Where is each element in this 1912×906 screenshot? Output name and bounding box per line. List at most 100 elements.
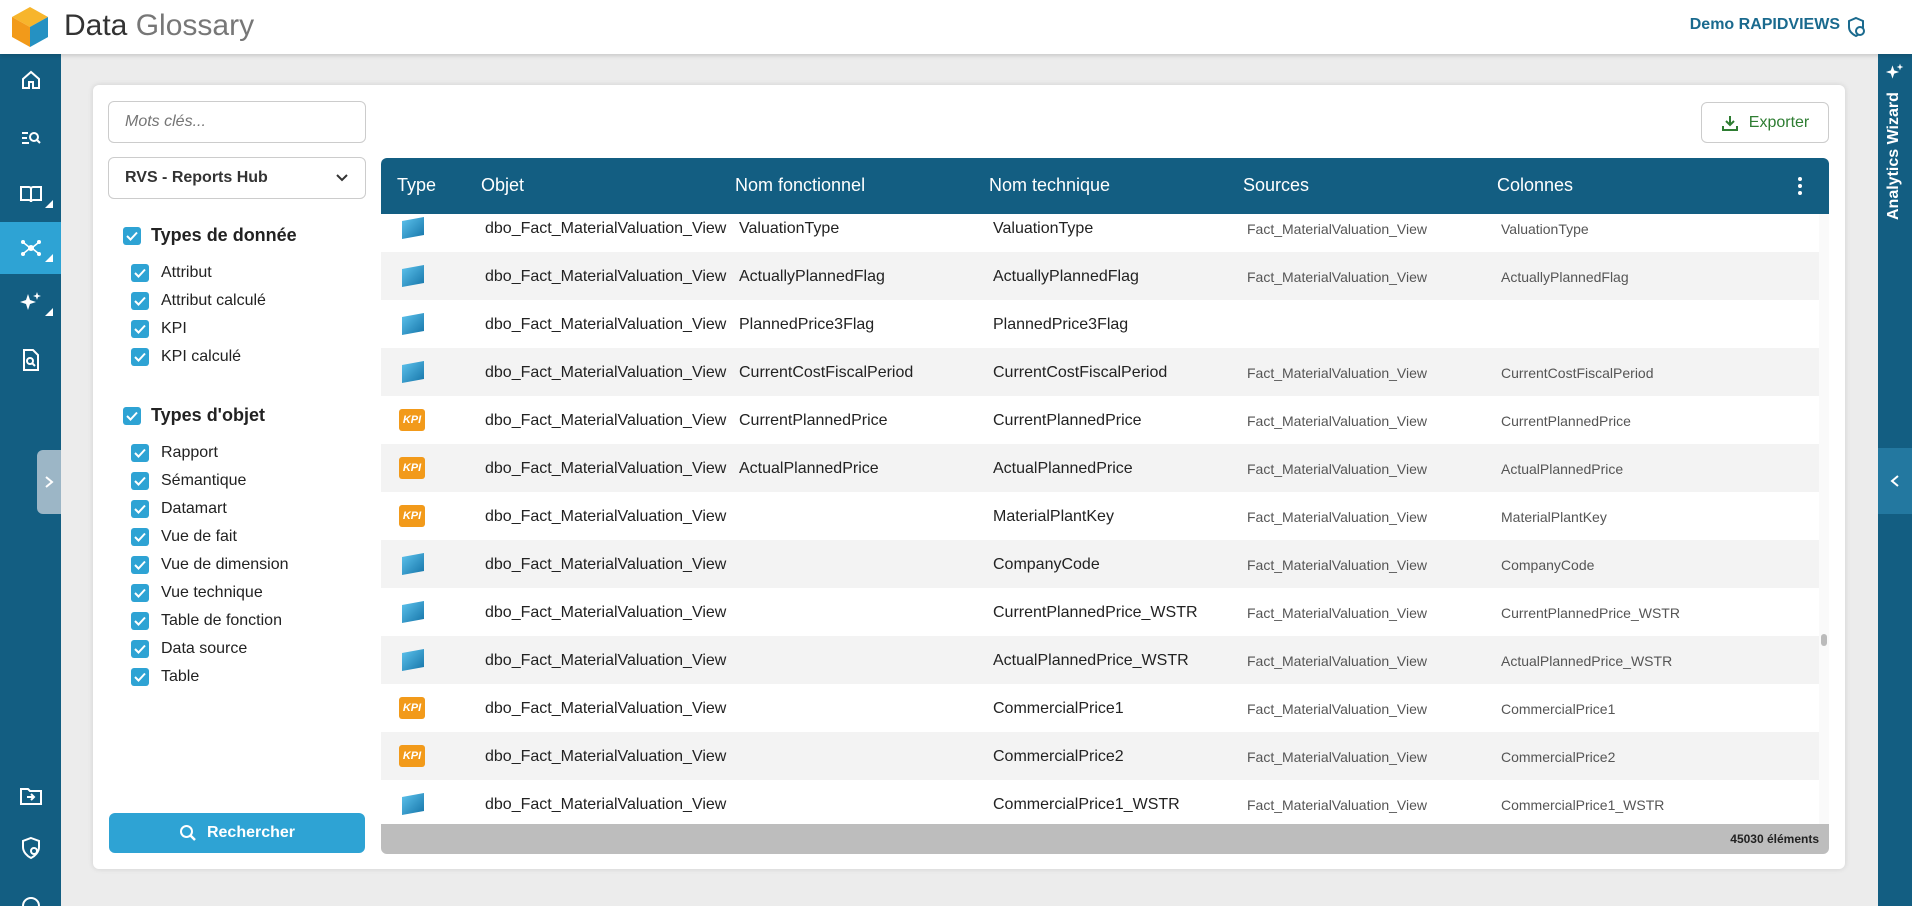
scrollbar-thumb[interactable]	[1821, 634, 1827, 646]
checkbox-checked-icon[interactable]	[131, 584, 149, 602]
filter-data-source[interactable]: Data source	[131, 640, 247, 658]
nav-glossary[interactable]	[0, 168, 61, 220]
cell-sources: Fact_MaterialValuation_View	[1247, 365, 1428, 381]
cell-sources: Fact_MaterialValuation_View	[1247, 749, 1428, 765]
table-row[interactable]: dbo_Fact_MaterialValuation_View Valuation…	[381, 214, 1819, 252]
source-select[interactable]: RVS - Reports Hub	[108, 157, 366, 199]
submenu-indicator-icon	[45, 200, 53, 208]
table-row[interactable]: dbo_Fact_MaterialValuation_View ActualPla…	[381, 636, 1819, 684]
table-row[interactable]: dbo_Fact_MaterialValuation_View CurrentCo…	[381, 348, 1819, 396]
keywords-input[interactable]	[108, 101, 366, 143]
checkbox-checked-icon[interactable]	[131, 668, 149, 686]
cell-sources: Fact_MaterialValuation_View	[1247, 413, 1428, 429]
checkbox-checked-icon[interactable]	[131, 348, 149, 366]
cell-objet: dbo_Fact_MaterialValuation_View	[485, 748, 727, 765]
col-header-sources[interactable]: Sources	[1243, 175, 1309, 196]
checkbox-checked-icon[interactable]	[131, 292, 149, 310]
table-row[interactable]: KPI dbo_Fact_MaterialValuation_View Curren…	[381, 396, 1819, 444]
filter-table[interactable]: Table	[131, 668, 199, 686]
checkbox-checked-icon[interactable]	[131, 472, 149, 490]
attribute-icon	[402, 265, 424, 287]
cell-nom-technique: CurrentCostFiscalPeriod	[993, 364, 1168, 381]
checkbox-checked-icon[interactable]	[131, 320, 149, 338]
filter-vue-technique[interactable]: Vue technique	[131, 584, 263, 602]
table-row[interactable]: KPI dbo_Fact_MaterialValuation_View Actual…	[381, 444, 1819, 492]
filter-datamart[interactable]: Datamart	[131, 500, 227, 518]
table-row[interactable]: dbo_Fact_MaterialValuation_View Commercia…	[381, 780, 1819, 824]
cell-objet: dbo_Fact_MaterialValuation_View	[485, 556, 727, 573]
col-header-nom-technique[interactable]: Nom technique	[989, 175, 1110, 196]
checkbox-checked-icon[interactable]	[131, 444, 149, 462]
filter-vue-de-fait[interactable]: Vue de fait	[131, 528, 237, 546]
checkbox-checked-icon[interactable]	[131, 556, 149, 574]
table-row[interactable]: dbo_Fact_MaterialValuation_View CurrentPl…	[381, 588, 1819, 636]
nav-export[interactable]	[0, 770, 61, 822]
expand-wizard-button[interactable]	[1878, 448, 1912, 514]
cell-sources: Fact_MaterialValuation_View	[1247, 797, 1428, 813]
filter-kpi-calcule[interactable]: KPI calculé	[131, 348, 241, 366]
nav-wizard[interactable]	[0, 276, 61, 328]
nav-search-list[interactable]	[0, 112, 61, 164]
analytics-wizard-panel[interactable]: Analytics Wizard	[1878, 54, 1912, 906]
support-icon	[21, 896, 40, 906]
checkbox-checked-icon[interactable]	[131, 612, 149, 630]
filter-label: Table	[161, 668, 200, 685]
checkbox-checked-icon[interactable]	[123, 226, 141, 245]
filter-attribut[interactable]: Attribut	[131, 264, 212, 282]
cell-colonnes: CurrentPlannedPrice_WSTR	[1501, 605, 1680, 621]
nav-home[interactable]	[0, 54, 61, 106]
nav-doc-search[interactable]	[0, 334, 61, 386]
col-header-nom-fonctionnel[interactable]: Nom fonctionnel	[735, 175, 865, 196]
col-header-type[interactable]: Type	[397, 175, 436, 196]
table-row[interactable]: dbo_Fact_MaterialValuation_View PlannedPr…	[381, 300, 1819, 348]
filter-label: Rapport	[161, 444, 218, 461]
col-header-objet[interactable]: Objet	[481, 175, 524, 196]
cell-nom-technique: MaterialPlantKey	[993, 508, 1114, 525]
cell-objet: dbo_Fact_MaterialValuation_View	[485, 268, 727, 285]
filter-semantique[interactable]: Sémantique	[131, 472, 246, 490]
chevron-left-icon	[1890, 475, 1899, 487]
grid-footer: 45030 éléments	[381, 824, 1829, 854]
cell-nom-technique: CurrentPlannedPrice_WSTR	[993, 604, 1198, 621]
table-row[interactable]: KPI dbo_Fact_MaterialValuation_View Commer…	[381, 684, 1819, 732]
search-button[interactable]: Rechercher	[109, 813, 365, 853]
nav-security[interactable]	[0, 822, 61, 874]
cell-colonnes: CompanyCode	[1501, 557, 1595, 573]
cell-nom-technique: CompanyCode	[993, 556, 1100, 573]
filter-vue-de-dimension[interactable]: Vue de dimension	[131, 556, 289, 574]
table-row[interactable]: KPI dbo_Fact_MaterialValuation_View Commer…	[381, 732, 1819, 780]
expand-sidebar-button[interactable]	[37, 450, 61, 514]
checkbox-checked-icon[interactable]	[131, 528, 149, 546]
book-icon	[19, 186, 42, 203]
grid-scrollbar[interactable]	[1819, 214, 1829, 824]
filter-table-de-fonction[interactable]: Table de fonction	[131, 612, 282, 630]
more-options-icon[interactable]	[1797, 176, 1803, 196]
filter-rapport[interactable]: Rapport	[131, 444, 218, 462]
table-row[interactable]: dbo_Fact_MaterialValuation_View CompanyCo…	[381, 540, 1819, 588]
table-row[interactable]: KPI dbo_Fact_MaterialValuation_View Materi…	[381, 492, 1819, 540]
nav-support[interactable]	[0, 880, 61, 906]
export-button[interactable]: Exporter	[1701, 102, 1829, 143]
checkbox-checked-icon[interactable]	[131, 640, 149, 658]
attribute-icon	[402, 793, 424, 815]
cell-colonnes: CurrentCostFiscalPeriod	[1501, 365, 1654, 381]
filter-label: KPI calculé	[161, 348, 242, 365]
cell-nom-technique: ActuallyPlannedFlag	[993, 268, 1139, 285]
filter-kpi[interactable]: KPI	[131, 320, 187, 338]
document-search-icon	[22, 349, 39, 371]
network-icon	[20, 240, 41, 256]
security-settings-icon	[21, 836, 40, 860]
user-name[interactable]: Demo RAPIDVIEWS	[1690, 16, 1840, 34]
checkbox-checked-icon[interactable]	[123, 406, 141, 425]
table-row[interactable]: dbo_Fact_MaterialValuation_View ActuallyP…	[381, 252, 1819, 300]
search-list-icon	[21, 132, 41, 144]
user-settings-icon[interactable]	[1844, 15, 1868, 39]
nav-network[interactable]	[0, 222, 61, 274]
object-types-group[interactable]: Types d'objet	[123, 405, 265, 426]
filter-attribut-calcule[interactable]: Attribut calculé	[131, 292, 266, 310]
checkbox-checked-icon[interactable]	[131, 264, 149, 282]
cell-nom-fonctionnel: CurrentCostFiscalPeriod	[739, 364, 914, 381]
col-header-colonnes[interactable]: Colonnes	[1497, 175, 1573, 196]
checkbox-checked-icon[interactable]	[131, 500, 149, 518]
data-types-group[interactable]: Types de donnée	[123, 225, 297, 246]
